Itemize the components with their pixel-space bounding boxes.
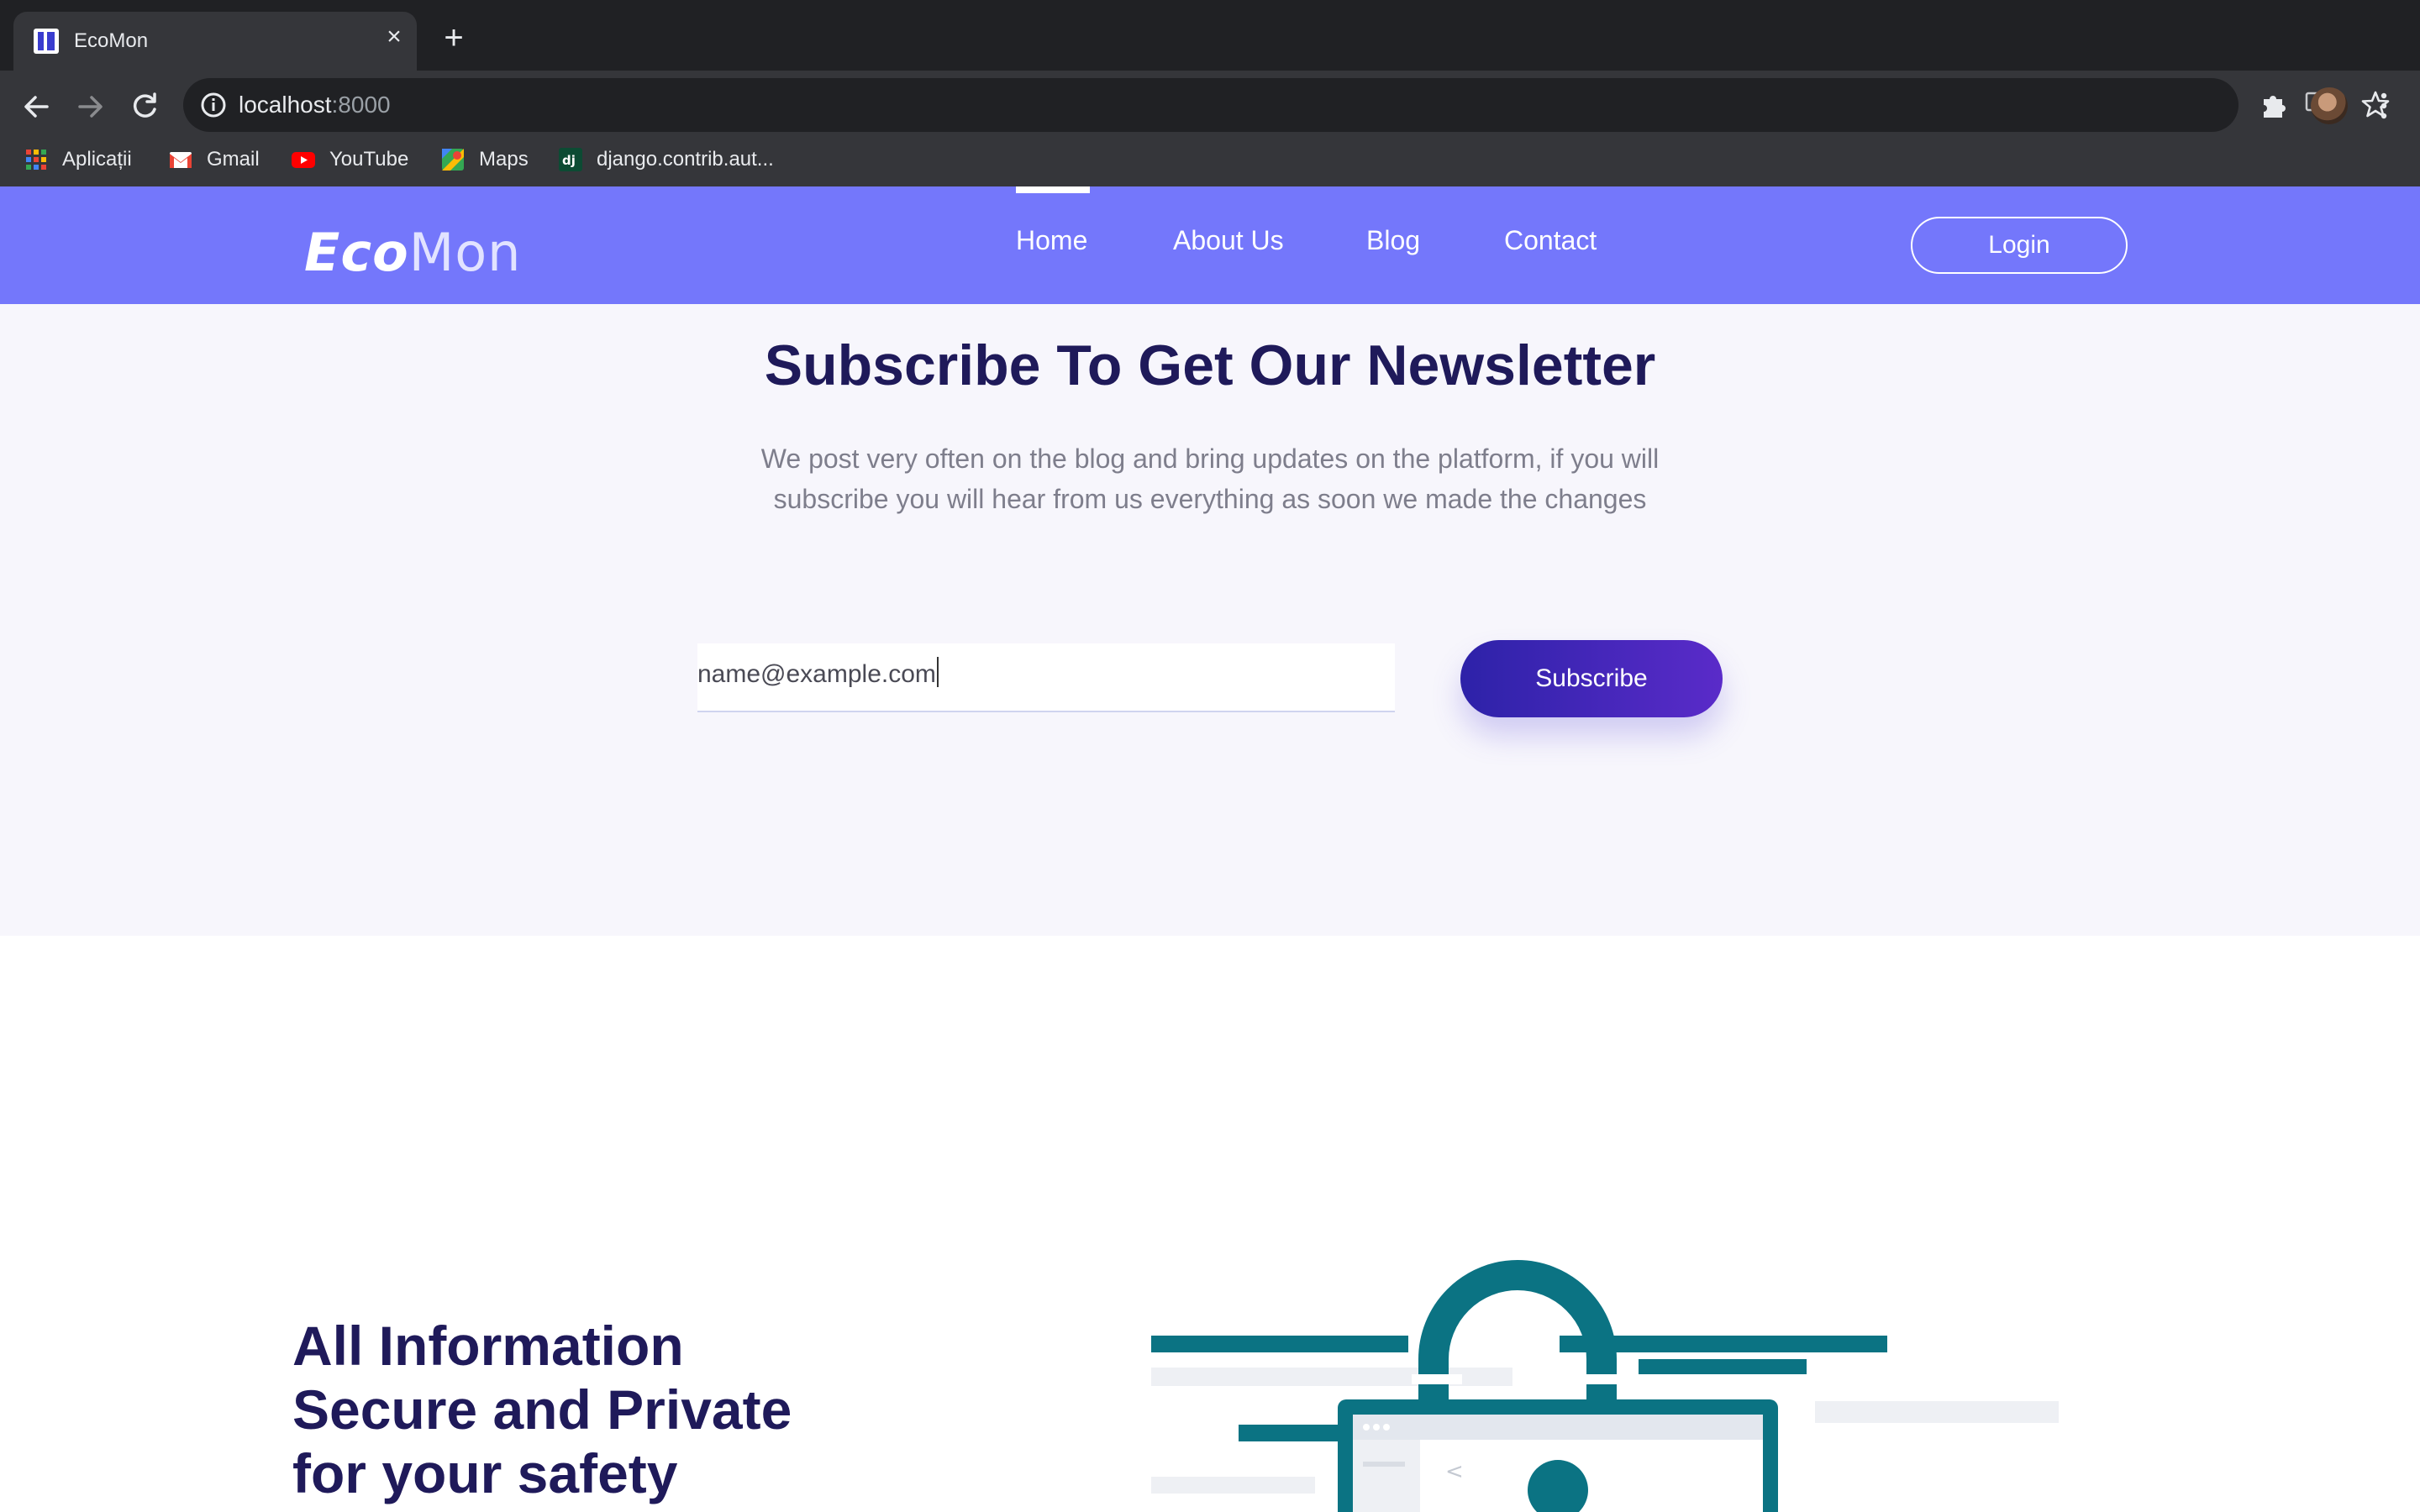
subscribe-button[interactable]: Subscribe (1460, 640, 1723, 717)
bookmark-label: Maps (479, 148, 529, 171)
address-bar[interactable]: localhost:8000 G 文 (183, 78, 2390, 132)
browser-toolbar: localhost:8000 G 文 Aplicații Gmail (0, 71, 2420, 198)
svg-text:<: < (1445, 1459, 1464, 1484)
forward-arrow-icon[interactable] (70, 86, 112, 128)
bookmark-label: django.contrib.aut... (597, 148, 774, 171)
login-button[interactable]: Login (1911, 217, 2128, 274)
bookmark-label: YouTube (329, 148, 409, 171)
gmail-icon (170, 152, 192, 168)
nav-contact[interactable]: Contact (1504, 225, 1597, 256)
bookmark-maps[interactable]: Maps (440, 143, 529, 176)
ecomon-logo[interactable]: EcoMon (304, 222, 521, 283)
bookmark-youtube[interactable]: YouTube (291, 143, 408, 176)
bookmark-apps[interactable]: Aplicații (24, 143, 132, 176)
email-input[interactable]: name@example.com (697, 643, 1395, 712)
text-caret (936, 657, 939, 687)
bookmark-label: Aplicații (62, 148, 132, 171)
padlock-laptop-illustration: < (1151, 1260, 2059, 1512)
ecomon-favicon-icon (34, 29, 59, 54)
bookmark-django[interactable]: dj django.contrib.aut... (558, 143, 774, 176)
maps-icon (442, 149, 464, 171)
bookmark-label: Gmail (207, 148, 260, 171)
back-arrow-icon[interactable] (15, 86, 57, 128)
url-text: localhost:8000 (239, 92, 391, 118)
newsletter-description: We post very often on the blog and bring… (760, 444, 1660, 514)
tab-title: EcoMon (74, 29, 149, 52)
browser-tab-strip: EcoMon × + (0, 0, 2420, 71)
browser-tab[interactable]: EcoMon × (13, 12, 417, 71)
extensions-puzzle-icon[interactable] (2257, 89, 2291, 123)
nav-blog[interactable]: Blog (1366, 225, 1420, 256)
browser-menu-icon[interactable] (2371, 89, 2396, 123)
nav-active-indicator (1016, 186, 1090, 193)
svg-text:dj: dj (562, 153, 576, 168)
security-section: All Information Secure and Private for y… (0, 936, 2420, 1512)
newsletter-section: Subscribe To Get Our Newsletter We post … (0, 304, 2420, 936)
site-header: EcoMon Home About Us Blog Contact Login (0, 186, 2420, 304)
newsletter-title: Subscribe To Get Our Newsletter (764, 333, 1656, 397)
django-icon: dj (559, 148, 582, 171)
site-info-icon[interactable] (198, 90, 229, 120)
security-title: All Information Secure and Private for y… (292, 1315, 792, 1504)
youtube-icon (292, 152, 315, 168)
bookmark-gmail[interactable]: Gmail (168, 143, 260, 176)
profile-avatar[interactable] (2311, 87, 2348, 124)
apps-grid-icon (26, 150, 46, 170)
reload-icon[interactable] (124, 86, 166, 128)
close-tab-icon[interactable]: × (381, 24, 407, 50)
nav-home[interactable]: Home (1016, 225, 1087, 256)
new-tab-icon[interactable]: + (439, 21, 469, 55)
email-input-value: name@example.com (697, 657, 939, 689)
nav-about-us[interactable]: About Us (1173, 225, 1284, 256)
